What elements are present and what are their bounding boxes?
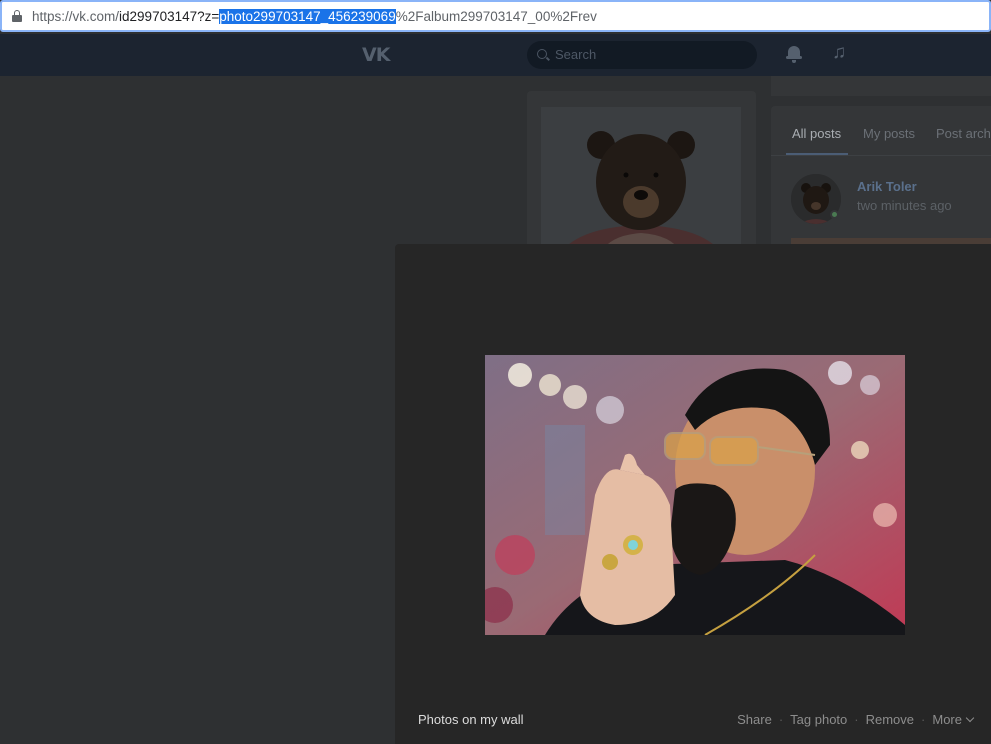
url-path: id299703147?z= bbox=[119, 9, 220, 24]
site-header: VK Search ♫ bbox=[0, 34, 991, 76]
tab-post-archive[interactable]: Post arch bbox=[936, 126, 991, 141]
remove-button[interactable]: Remove bbox=[866, 712, 914, 727]
url-host: https://vk.com/ bbox=[32, 9, 120, 24]
post-author-name[interactable]: Arik Toler bbox=[857, 179, 917, 194]
search-icon bbox=[537, 49, 547, 59]
address-bar[interactable]: https://vk.com/id299703147?z=photo299703… bbox=[0, 0, 991, 32]
album-title[interactable]: Photos on my wall bbox=[418, 712, 524, 727]
notifications-bell-icon[interactable] bbox=[786, 45, 802, 63]
chevron-down-icon bbox=[965, 713, 975, 723]
search-placeholder: Search bbox=[555, 47, 597, 62]
bear-avatar-image bbox=[541, 107, 741, 252]
right-column-top-strip bbox=[771, 76, 991, 96]
photo-actions: Share · Tag photo · Remove · More bbox=[737, 712, 975, 727]
url-selected-text: photo299703147_456239069 bbox=[219, 9, 396, 24]
more-label: More bbox=[932, 712, 962, 727]
url-text[interactable]: https://vk.com/id299703147?z=photo299703… bbox=[32, 8, 597, 25]
vk-logo[interactable]: VK bbox=[362, 44, 390, 66]
tab-my-posts[interactable]: My posts bbox=[863, 126, 915, 141]
viewer-photo[interactable] bbox=[485, 355, 905, 635]
share-button[interactable]: Share bbox=[737, 712, 772, 727]
tab-all-posts[interactable]: All posts bbox=[792, 126, 841, 141]
url-query-rest: %2Falbum299703147_00%2Frev bbox=[395, 9, 597, 24]
wall-tabs: All posts My posts Post arch bbox=[771, 106, 991, 156]
post-timestamp[interactable]: two minutes ago bbox=[857, 198, 952, 213]
photo-viewer: Photos on my wall Share · Tag photo · Remove… bbox=[395, 244, 991, 744]
profile-avatar[interactable] bbox=[541, 107, 741, 252]
music-note-icon[interactable]: ♫ bbox=[832, 42, 846, 64]
photo-image bbox=[485, 355, 905, 635]
search-input[interactable]: Search bbox=[527, 41, 757, 69]
more-button[interactable]: More bbox=[932, 712, 975, 727]
wall-feed-card: All posts My posts Post arch Arik Toler … bbox=[771, 106, 991, 258]
tag-photo-button[interactable]: Tag photo bbox=[790, 712, 847, 727]
profile-photo-card bbox=[527, 91, 756, 252]
lock-icon[interactable] bbox=[12, 10, 22, 22]
online-status-indicator bbox=[830, 210, 839, 219]
active-tab-indicator bbox=[786, 153, 848, 155]
